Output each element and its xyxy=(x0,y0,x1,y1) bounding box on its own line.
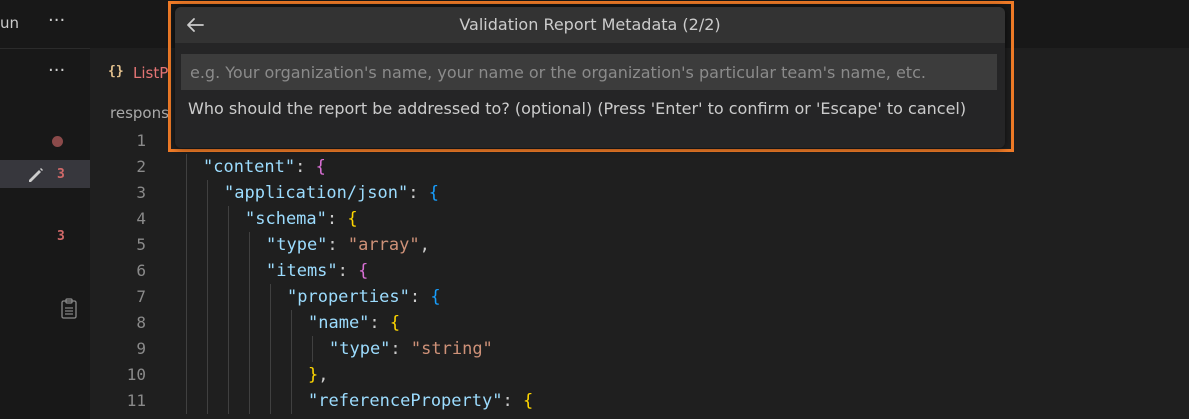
line-number: 5 xyxy=(136,235,146,254)
unsaved-dot-icon xyxy=(52,136,63,147)
code-line[interactable]: 9 "type": "string" xyxy=(90,336,1189,362)
indent-guide xyxy=(312,336,313,362)
code-line[interactable]: 2 "content": { xyxy=(90,154,1189,180)
code-text: "content": { xyxy=(203,157,326,177)
code-line[interactable]: 3 "application/json": { xyxy=(90,180,1189,206)
problem-count-badge: 3 xyxy=(57,229,65,244)
code-text: "items": { xyxy=(266,261,369,281)
code-text: "referenceProperty": { xyxy=(308,391,534,411)
line-number: 1 xyxy=(136,131,146,150)
more-actions-icon[interactable]: ··· xyxy=(48,60,65,81)
report-recipient-input[interactable] xyxy=(181,54,997,90)
indent-guide xyxy=(249,232,250,414)
line-number: 6 xyxy=(136,261,146,280)
code-text: "properties": { xyxy=(287,287,441,307)
line-number: 2 xyxy=(136,157,146,176)
code-line[interactable]: 5 "type": "array", xyxy=(90,232,1189,258)
side-panel-title: un xyxy=(0,14,20,32)
json-file-icon: {} xyxy=(108,64,124,79)
side-panel: un ··· ··· 3 3 xyxy=(0,0,90,419)
clipboard-icon[interactable] xyxy=(60,298,78,320)
indent-guide xyxy=(207,180,208,414)
quick-input-header: Validation Report Metadata (2/2) xyxy=(175,7,1005,43)
code-line[interactable]: 7 "properties": { xyxy=(90,284,1189,310)
arrow-left-icon[interactable] xyxy=(183,13,207,37)
problem-count-badge: 3 xyxy=(57,167,65,182)
code-text: "type": "array", xyxy=(266,235,430,255)
pencil-icon[interactable] xyxy=(26,165,46,185)
code-text: "schema": { xyxy=(245,209,358,229)
line-number: 8 xyxy=(136,313,146,332)
code-line[interactable]: 8 "name": { xyxy=(90,310,1189,336)
more-actions-icon[interactable]: ··· xyxy=(48,10,65,31)
line-number: 3 xyxy=(136,183,146,202)
indent-guide xyxy=(291,310,292,414)
line-number: 7 xyxy=(136,287,146,306)
code-line[interactable]: 10}, xyxy=(90,362,1189,388)
quick-input-message: Who should the report be addressed to? (… xyxy=(188,99,967,118)
line-number: 9 xyxy=(136,339,146,358)
indent-guide xyxy=(270,284,271,414)
code-text: }, xyxy=(308,365,329,385)
indent-guide xyxy=(186,154,187,414)
quick-input-widget: Validation Report Metadata (2/2) Who sho… xyxy=(175,7,1005,148)
quick-input-title: Validation Report Metadata (2/2) xyxy=(459,15,721,34)
code-line[interactable]: 6 "items": { xyxy=(90,258,1189,284)
code-line[interactable]: 4 "schema": { xyxy=(90,206,1189,232)
tab-listp[interactable]: ListP xyxy=(133,64,168,82)
code-text: "name": { xyxy=(308,313,401,333)
line-number: 10 xyxy=(126,365,146,384)
code-line[interactable]: 11 "referenceProperty": { xyxy=(90,388,1189,414)
side-panel-header: un ··· xyxy=(0,0,90,49)
line-number: 4 xyxy=(136,209,146,228)
code-text: "application/json": { xyxy=(224,183,439,203)
line-number: 11 xyxy=(126,391,146,410)
code-text: "type": "string" xyxy=(329,339,493,359)
breadcrumb[interactable]: respons xyxy=(110,104,169,122)
indent-guide xyxy=(228,206,229,414)
